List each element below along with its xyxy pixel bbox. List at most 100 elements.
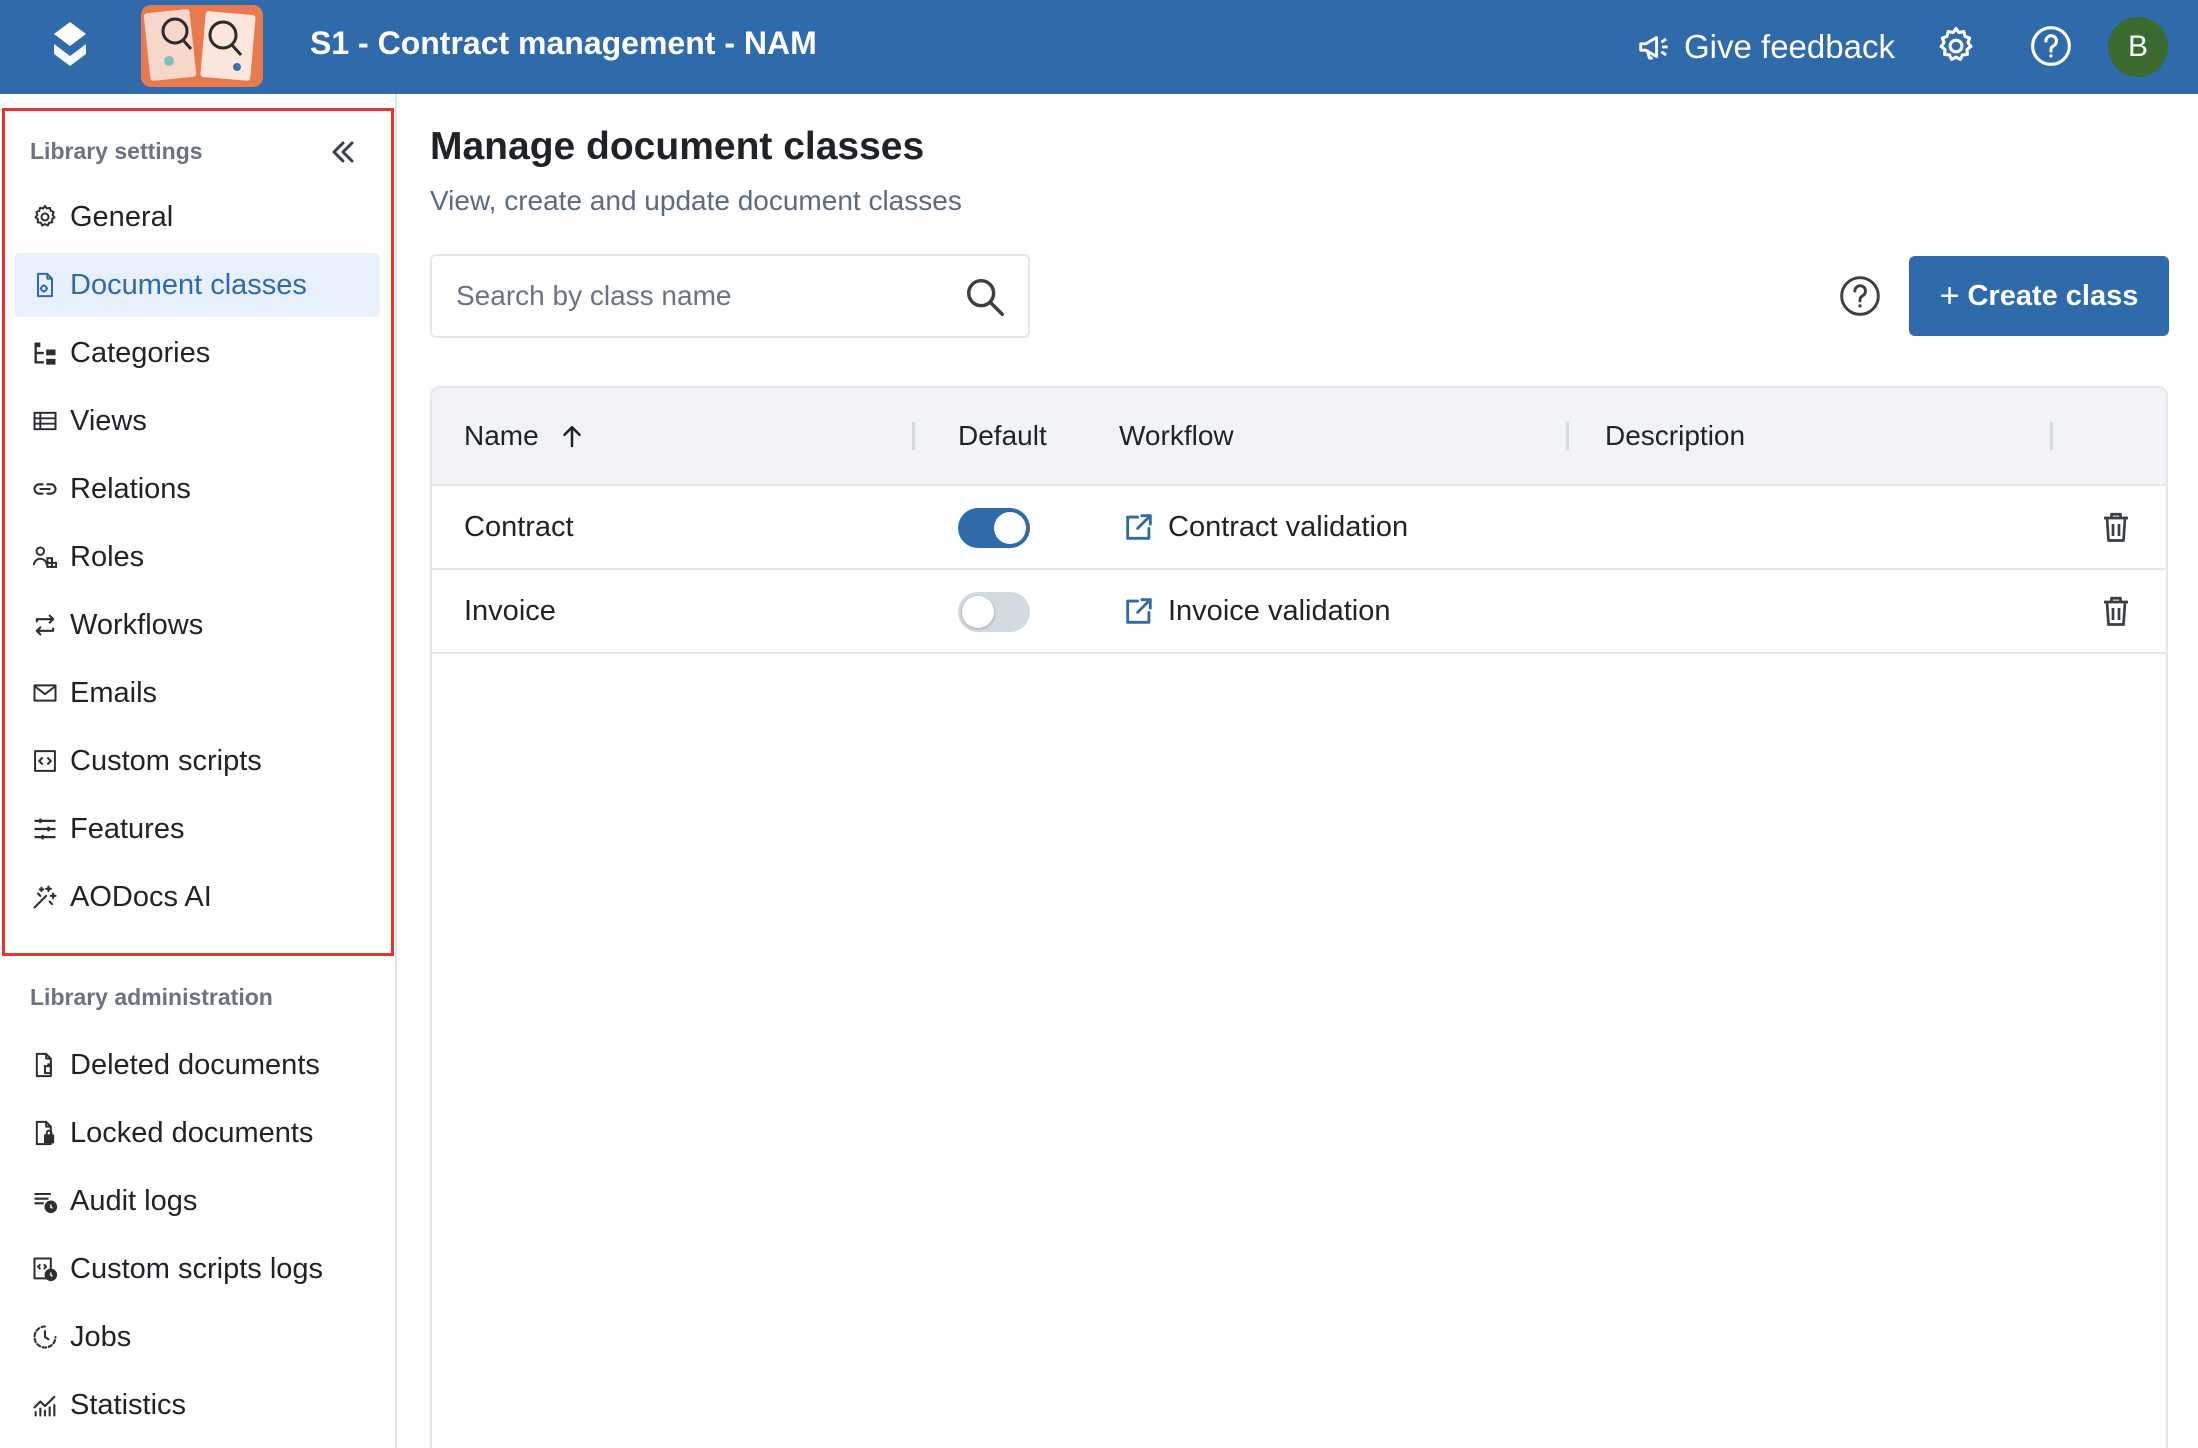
column-header-description[interactable]: Description	[1605, 388, 1745, 484]
search-icon[interactable]	[962, 274, 1008, 320]
library-settings-title: Library settings	[30, 138, 203, 164]
column-header-workflow[interactable]: Workflow	[1119, 388, 1234, 484]
user-avatar[interactable]: B	[2108, 17, 2168, 77]
sidebar-item-label: Jobs	[70, 1320, 132, 1353]
sidebar-item-locked-documents[interactable]: Locked documents	[14, 1101, 380, 1165]
sidebar-item-categories[interactable]: Categories	[14, 321, 380, 385]
class-name-cell: Invoice	[464, 594, 556, 627]
megaphone-icon	[1639, 36, 1668, 60]
workflow-label: Invoice validation	[1168, 594, 1391, 627]
sidebar-item-label: Features	[70, 812, 185, 845]
sidebar-item-statistics[interactable]: Statistics	[14, 1373, 380, 1437]
column-header-name[interactable]: Name	[464, 388, 587, 484]
library-administration-title: Library administration	[30, 984, 273, 1010]
delete-icon[interactable]	[2098, 509, 2134, 545]
document-class-icon	[30, 270, 60, 300]
table-header: Name Default Workflow Description	[432, 388, 2166, 486]
sidebar-item-label: Emails	[70, 676, 158, 709]
sidebar-item-label: Deleted documents	[70, 1048, 320, 1081]
statistics-icon	[30, 1390, 60, 1420]
sidebar-item-relations[interactable]: Relations	[14, 457, 380, 521]
link-icon	[30, 474, 60, 504]
sliders-icon	[30, 814, 60, 844]
table-row[interactable]: Contract Contract validation	[432, 486, 2166, 570]
external-link-icon	[1126, 598, 1152, 624]
sidebar-item-label: Roles	[70, 540, 145, 573]
give-feedback-button[interactable]: Give feedback	[1636, 22, 1895, 72]
create-class-label: Create class	[1967, 279, 2139, 312]
help-icon[interactable]	[1838, 274, 1882, 318]
sidebar: Library settings General Document classe…	[0, 94, 397, 1448]
sidebar-item-roles[interactable]: Roles	[14, 525, 380, 589]
deleted-document-icon	[30, 1050, 60, 1080]
class-name-cell: Contract	[464, 510, 574, 543]
sidebar-item-label: Locked documents	[70, 1116, 314, 1149]
workflow-link[interactable]: Invoice validation	[1122, 570, 1390, 652]
collapse-sidebar-icon[interactable]	[325, 134, 361, 170]
library-title: S1 - Contract management - NAM	[310, 25, 817, 61]
sidebar-item-document-classes[interactable]: Document classes	[14, 253, 380, 317]
search-field	[430, 254, 1030, 338]
sparkle-icon	[30, 882, 60, 912]
default-toggle[interactable]	[958, 592, 1030, 632]
roles-icon	[30, 542, 60, 572]
sidebar-item-custom-scripts[interactable]: Custom scripts	[14, 729, 380, 793]
column-header-label: Name	[464, 420, 539, 451]
code-icon	[30, 746, 60, 776]
app-logo-icon[interactable]	[48, 20, 92, 72]
sidebar-item-label: Custom scripts	[70, 744, 262, 777]
sidebar-item-label: Custom scripts logs	[70, 1252, 324, 1285]
sidebar-item-label: General	[70, 200, 174, 233]
workflow-icon	[30, 610, 60, 640]
sidebar-item-label: Statistics	[70, 1388, 187, 1421]
help-icon[interactable]	[2029, 24, 2073, 68]
column-header-label: Default	[958, 420, 1047, 451]
column-header-label: Workflow	[1119, 420, 1234, 451]
sidebar-item-label: AODocs AI	[70, 880, 212, 913]
sort-ascending-icon[interactable]	[557, 421, 587, 451]
locked-document-icon	[30, 1118, 60, 1148]
sidebar-item-label: Categories	[70, 336, 211, 369]
page-subtitle: View, create and update document classes	[430, 185, 962, 216]
categories-icon	[30, 338, 60, 368]
sidebar-item-deleted-documents[interactable]: Deleted documents	[14, 1033, 380, 1097]
email-icon	[30, 678, 60, 708]
sidebar-item-aodocs-ai[interactable]: AODocs AI	[14, 865, 380, 929]
sidebar-item-label: Views	[70, 404, 147, 437]
column-header-default[interactable]: Default	[958, 388, 1047, 484]
script-log-icon	[30, 1254, 60, 1284]
jobs-icon	[30, 1322, 60, 1352]
sidebar-item-custom-scripts-logs[interactable]: Custom scripts logs	[14, 1237, 380, 1301]
column-resizer[interactable]	[912, 422, 915, 450]
give-feedback-label: Give feedback	[1684, 28, 1895, 65]
sidebar-item-views[interactable]: Views	[14, 389, 380, 453]
column-resizer[interactable]	[1566, 422, 1569, 450]
gear-icon	[30, 202, 60, 232]
column-header-label: Description	[1605, 420, 1746, 451]
views-icon	[30, 406, 60, 436]
sidebar-item-label: Document classes	[70, 268, 307, 301]
delete-icon[interactable]	[2098, 593, 2134, 629]
column-resizer[interactable]	[2050, 422, 2053, 450]
sidebar-item-label: Workflows	[70, 608, 204, 641]
workflow-link[interactable]: Contract validation	[1122, 486, 1408, 568]
settings-gear-icon[interactable]	[1934, 24, 1978, 68]
sidebar-item-features[interactable]: Features	[14, 797, 380, 861]
document-classes-table: Name Default Workflow Description Contra…	[430, 386, 2168, 1448]
sidebar-item-general[interactable]: General	[14, 185, 380, 249]
sidebar-item-label: Audit logs	[70, 1184, 198, 1217]
audit-log-icon	[30, 1186, 60, 1216]
library-thumbnail[interactable]	[141, 5, 263, 87]
top-bar: S1 - Contract management - NAM Give feed…	[0, 0, 2198, 94]
search-input[interactable]	[456, 256, 936, 336]
default-toggle[interactable]	[958, 508, 1030, 548]
external-link-icon	[1126, 514, 1152, 540]
sidebar-item-jobs[interactable]: Jobs	[14, 1305, 380, 1369]
sidebar-item-workflows[interactable]: Workflows	[14, 593, 380, 657]
sidebar-item-emails[interactable]: Emails	[14, 661, 380, 725]
sidebar-item-audit-logs[interactable]: Audit logs	[14, 1169, 380, 1233]
page-title: Manage document classes	[430, 125, 925, 168]
sidebar-item-label: Relations	[70, 472, 191, 505]
table-row[interactable]: Invoice Invoice validation	[432, 570, 2166, 654]
create-class-button[interactable]: + Create class	[1909, 256, 2169, 336]
